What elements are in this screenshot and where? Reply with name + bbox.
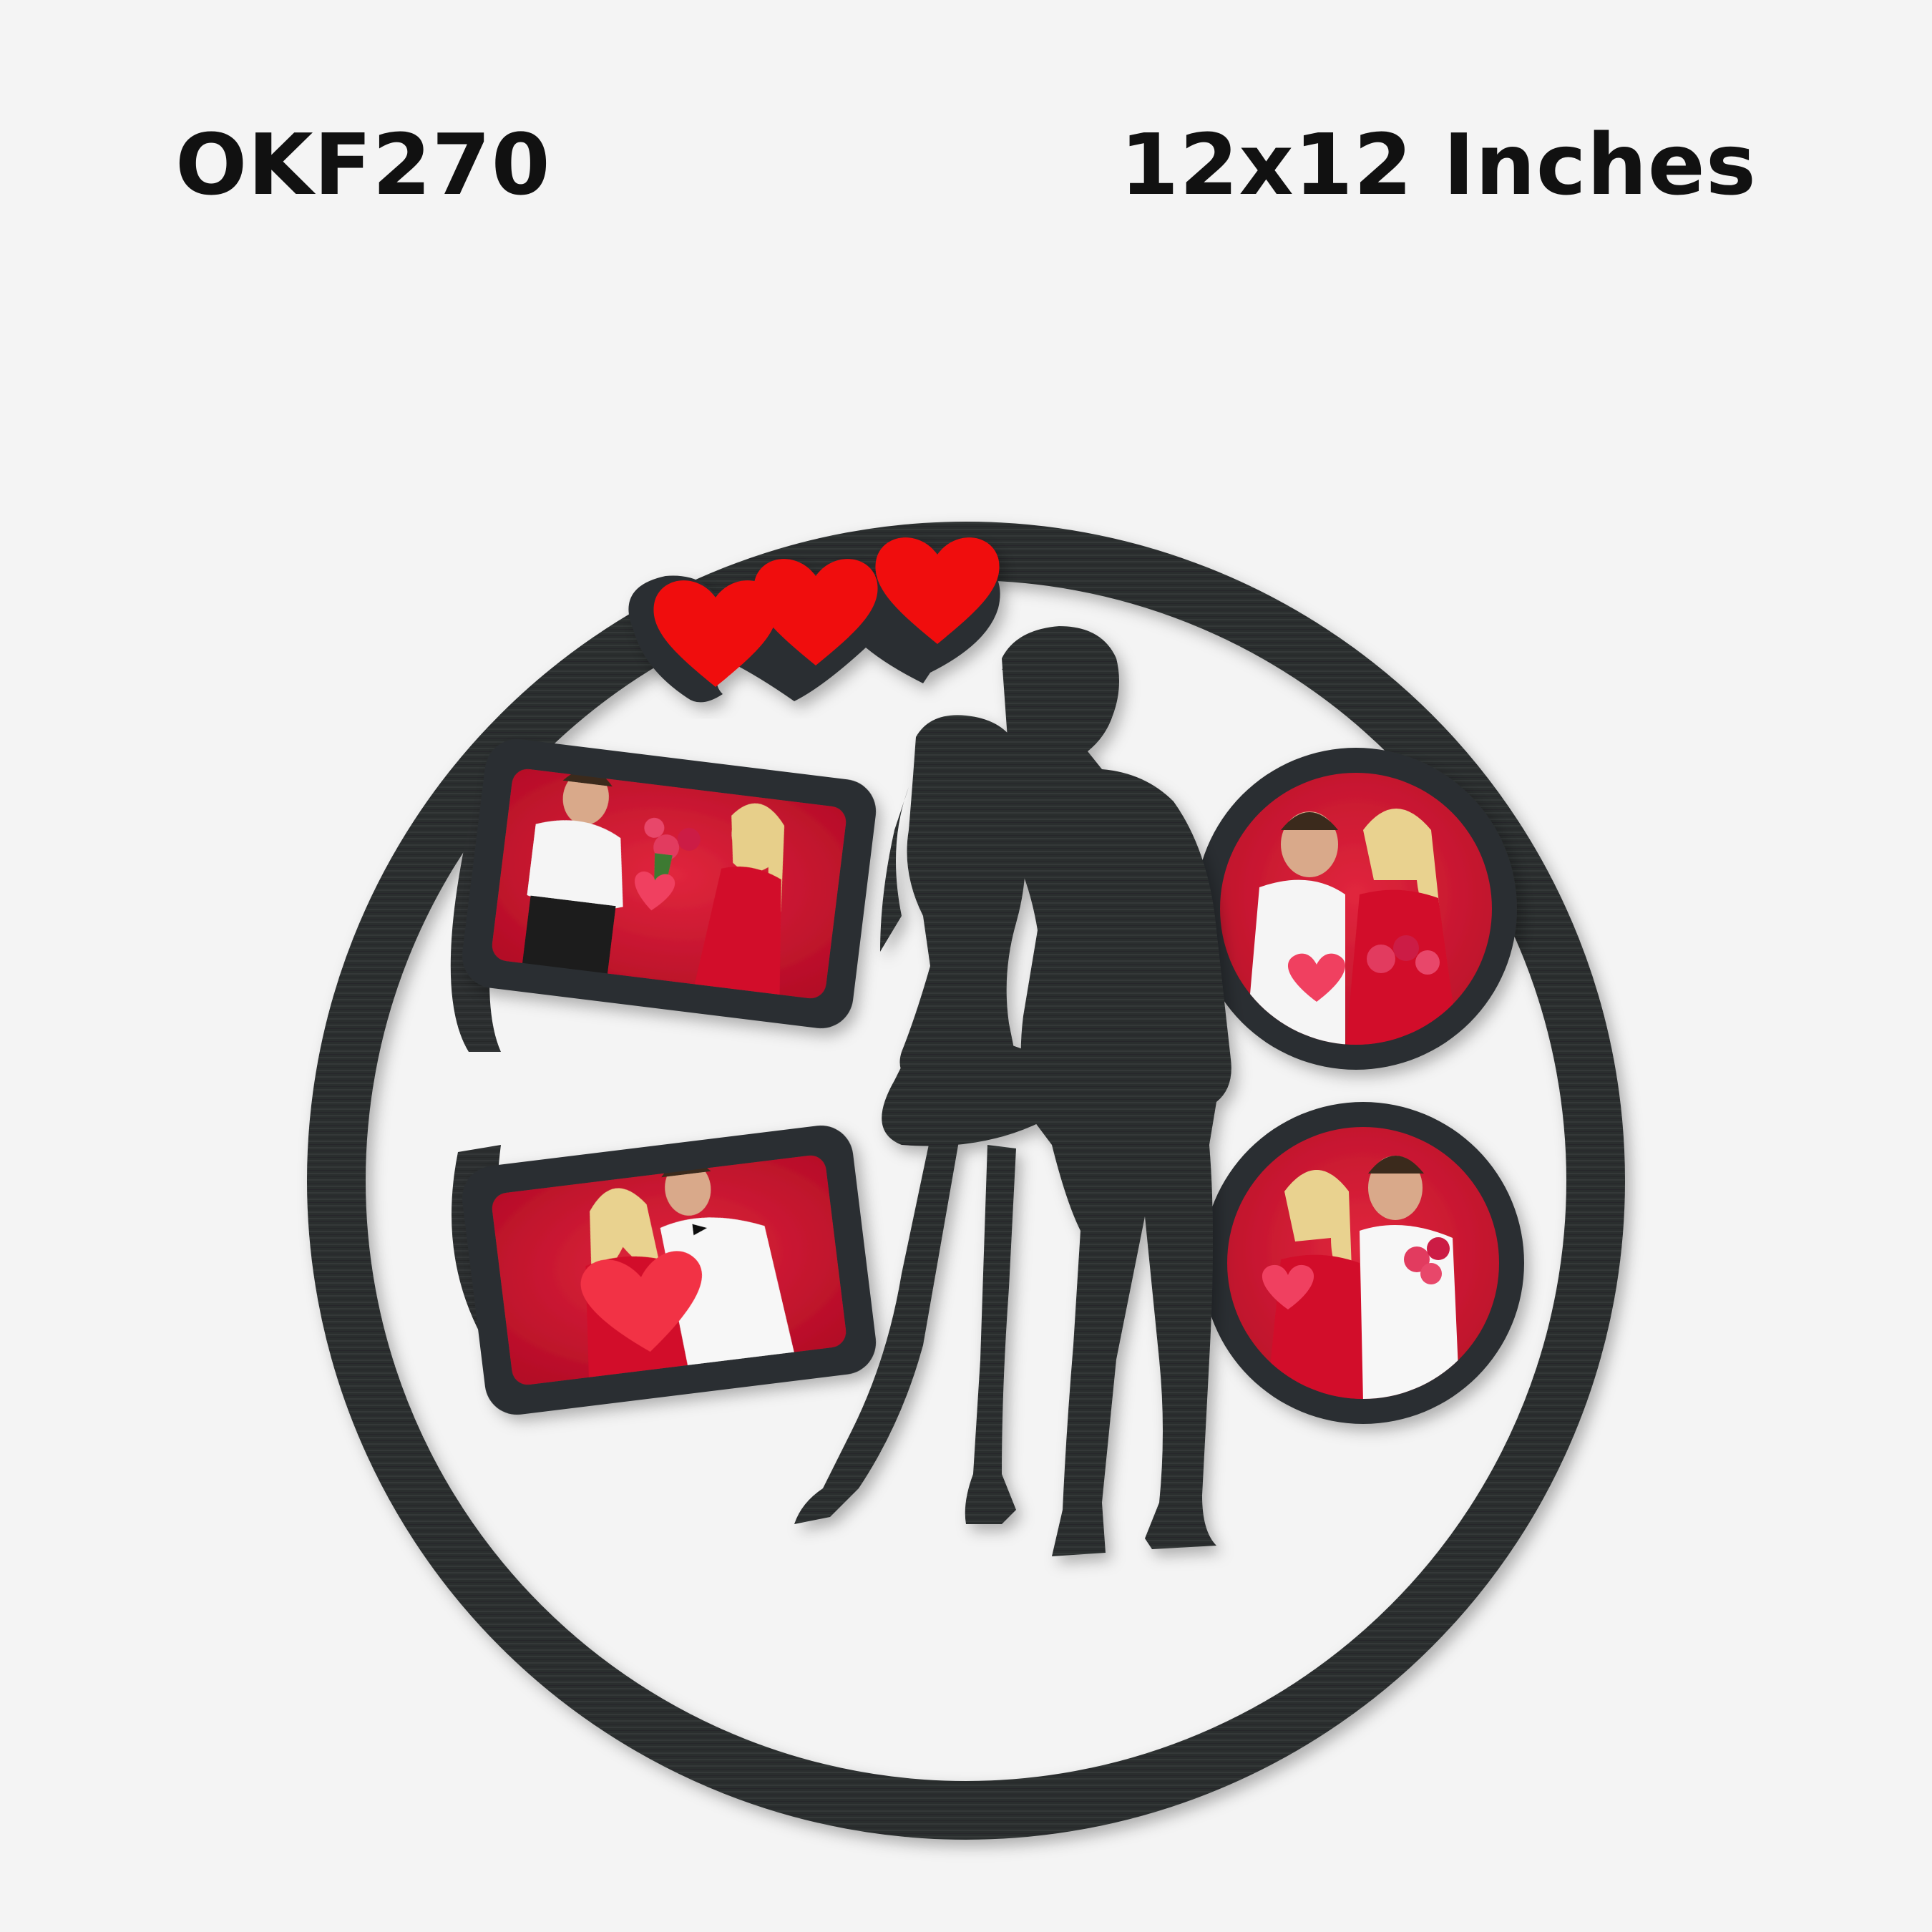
photo-frame-illustration [307, 522, 1625, 1840]
photo-slot-bottom-left [462, 1125, 877, 1415]
photo-slot-right-bottom [1202, 1102, 1524, 1424]
photo-slot-right-top [1195, 748, 1517, 1070]
photo-slot-top-left [462, 738, 877, 1029]
couple-silhouette [794, 626, 1231, 1556]
